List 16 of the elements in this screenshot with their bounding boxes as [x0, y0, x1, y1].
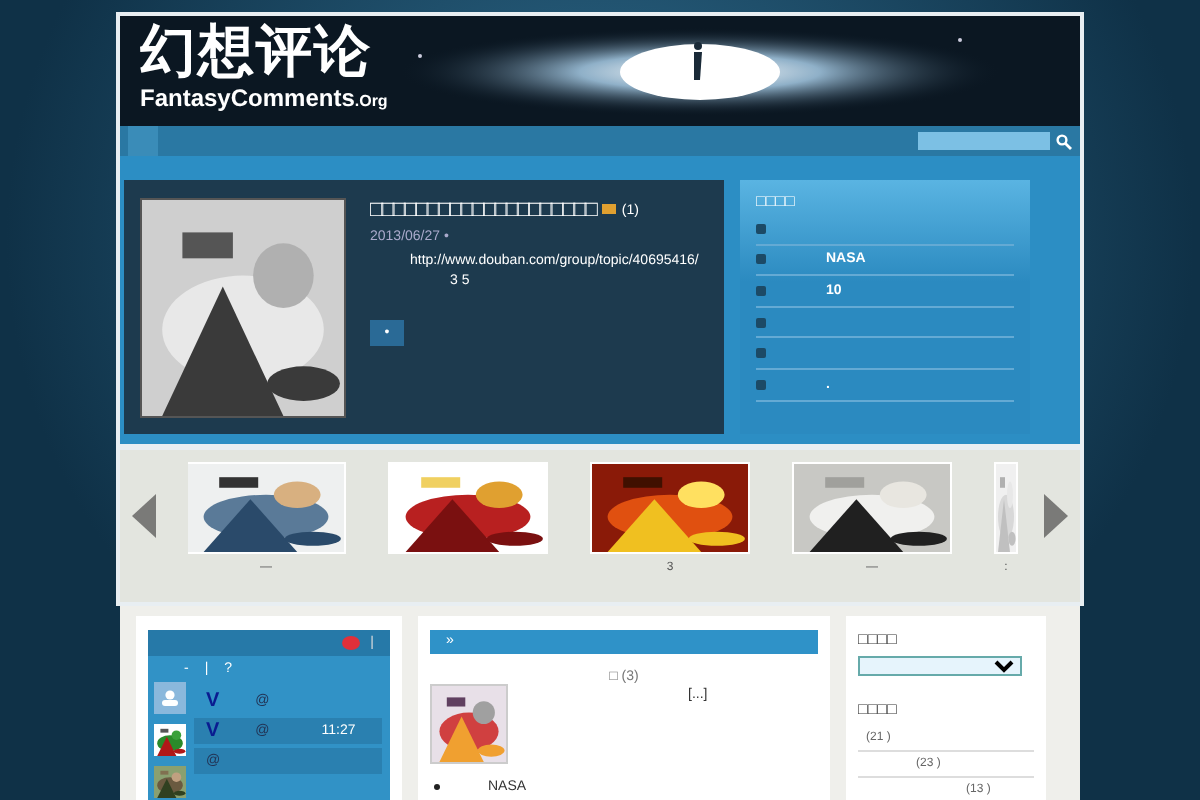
category-dropdown[interactable] — [858, 656, 1022, 676]
verified-label: V — [206, 720, 220, 742]
search-field[interactable] — [918, 132, 1050, 150]
widget-title: □□□□ — [858, 700, 899, 718]
next-arrow[interactable] — [1044, 494, 1068, 538]
people-icon[interactable] — [154, 682, 186, 714]
verified-label: V — [206, 690, 220, 712]
logo-title: 幻想评论 — [140, 20, 374, 84]
logo-subtitle: FantasyComments.Org — [140, 84, 388, 116]
search-icon[interactable] — [1056, 133, 1072, 149]
bullet-icon — [434, 784, 440, 790]
post-title[interactable]: □□□□□□□□□□□□□□□□□□□□ — [370, 198, 596, 222]
comment-icon — [601, 204, 616, 216]
previous-arrow[interactable] — [132, 494, 156, 538]
box-title: □□□□ — [756, 192, 795, 210]
widget-title: □□□□ — [858, 630, 899, 648]
